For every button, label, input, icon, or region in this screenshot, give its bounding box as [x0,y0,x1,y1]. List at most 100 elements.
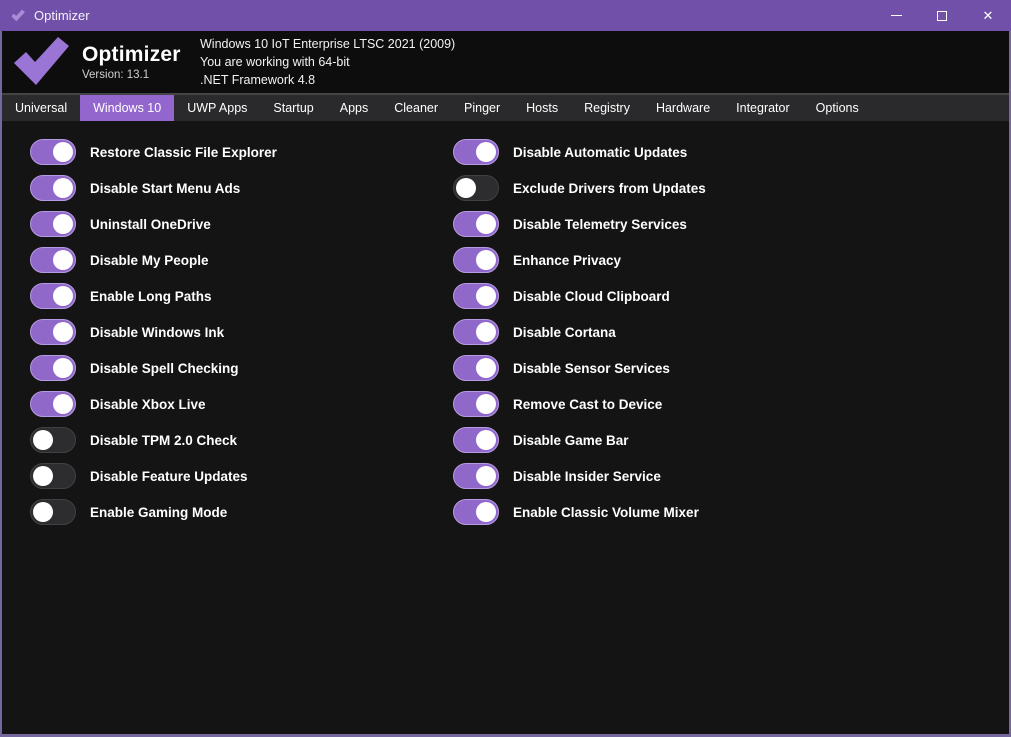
toggle-label: Disable Windows Ink [90,325,224,340]
toggle-exclude-drivers-from-updates[interactable] [453,175,499,201]
tab-uwp-apps[interactable]: UWP Apps [174,95,260,121]
tab-pinger[interactable]: Pinger [451,95,513,121]
toggle-column-right: Disable Automatic Updates Exclude Driver… [453,139,1009,734]
toggle-knob [476,430,496,450]
tab-hosts[interactable]: Hosts [513,95,571,121]
tab-windows-10[interactable]: Windows 10 [80,95,174,121]
close-button[interactable]: ✕ [965,0,1011,31]
toggle-enable-long-paths[interactable] [30,283,76,309]
toggle-knob [53,322,73,342]
toggle-disable-tpm-2-0-check[interactable] [30,427,76,453]
toggle-disable-feature-updates[interactable] [30,463,76,489]
toggle-label: Uninstall OneDrive [90,217,211,232]
toggle-label: Exclude Drivers from Updates [513,181,706,196]
toggle-disable-cloud-clipboard[interactable] [453,283,499,309]
os-info-line: Windows 10 IoT Enterprise LTSC 2021 (200… [200,35,455,53]
tab-apps[interactable]: Apps [327,95,382,121]
toggle-row: Disable Start Menu Ads [30,175,453,201]
toggle-knob [53,214,73,234]
tab-integrator[interactable]: Integrator [723,95,803,121]
toggle-knob [456,178,476,198]
window-title: Optimizer [34,8,90,23]
toggle-knob [53,286,73,306]
toggle-row: Remove Cast to Device [453,391,1009,417]
toggle-disable-windows-ink[interactable] [30,319,76,345]
toggle-label: Disable Sensor Services [513,361,670,376]
toggle-label: Disable Cortana [513,325,616,340]
toggle-row: Restore Classic File Explorer [30,139,453,165]
toggle-row: Disable Sensor Services [453,355,1009,381]
toggle-enable-classic-volume-mixer[interactable] [453,499,499,525]
arch-info-line: You are working with 64-bit [200,53,455,71]
toggle-knob [33,466,53,486]
toggle-knob [476,466,496,486]
tab-label: Startup [273,101,313,115]
system-info: Windows 10 IoT Enterprise LTSC 2021 (200… [200,35,455,89]
toggle-row: Disable Cortana [453,319,1009,345]
tab-options[interactable]: Options [803,95,872,121]
content-area: Restore Classic File Explorer Disable St… [2,121,1009,734]
toggle-label: Restore Classic File Explorer [90,145,277,160]
toggle-label: Disable Start Menu Ads [90,181,240,196]
toggle-label: Disable My People [90,253,209,268]
toggle-label: Enable Gaming Mode [90,505,227,520]
app-name: Optimizer [82,43,190,67]
tab-label: Integrator [736,101,790,115]
toggle-label: Disable Cloud Clipboard [513,289,670,304]
toggle-disable-telemetry-services[interactable] [453,211,499,237]
toggle-disable-insider-service[interactable] [453,463,499,489]
toggle-row: Enable Gaming Mode [30,499,453,525]
toggle-enable-gaming-mode[interactable] [30,499,76,525]
toggle-row: Disable Insider Service [453,463,1009,489]
tab-registry[interactable]: Registry [571,95,643,121]
toggle-disable-my-people[interactable] [30,247,76,273]
minimize-icon [891,15,902,16]
toggle-uninstall-onedrive[interactable] [30,211,76,237]
tab-label: Universal [15,101,67,115]
toggle-knob [476,286,496,306]
maximize-icon [937,11,947,21]
toggle-disable-start-menu-ads[interactable] [30,175,76,201]
dotnet-info-line: .NET Framework 4.8 [200,71,455,89]
app-header: Optimizer Version: 13.1 Windows 10 IoT E… [2,31,1009,95]
toggle-column-left: Restore Classic File Explorer Disable St… [30,139,453,734]
tab-hardware[interactable]: Hardware [643,95,723,121]
toggle-knob [53,142,73,162]
toggle-disable-automatic-updates[interactable] [453,139,499,165]
toggle-restore-classic-file-explorer[interactable] [30,139,76,165]
toggle-label: Enable Classic Volume Mixer [513,505,699,520]
toggle-row: Exclude Drivers from Updates [453,175,1009,201]
toggle-label: Enhance Privacy [513,253,621,268]
titlebar: Optimizer ✕ [0,0,1011,31]
toggle-knob [476,214,496,234]
toggle-label: Enable Long Paths [90,289,212,304]
tab-label: Options [816,101,859,115]
toggle-disable-cortana[interactable] [453,319,499,345]
minimize-button[interactable] [873,0,919,31]
tab-startup[interactable]: Startup [260,95,326,121]
toggle-disable-xbox-live[interactable] [30,391,76,417]
toggle-label: Remove Cast to Device [513,397,662,412]
toggle-label: Disable Spell Checking [90,361,239,376]
tab-label: Cleaner [394,101,438,115]
tab-universal[interactable]: Universal [2,95,80,121]
tab-label: Pinger [464,101,500,115]
tab-label: Hardware [656,101,710,115]
toggle-row: Enable Classic Volume Mixer [453,499,1009,525]
tab-label: Hosts [526,101,558,115]
toggle-disable-game-bar[interactable] [453,427,499,453]
toggle-row: Disable Automatic Updates [453,139,1009,165]
toggle-knob [53,178,73,198]
maximize-button[interactable] [919,0,965,31]
toggle-row: Disable Xbox Live [30,391,453,417]
toggle-remove-cast-to-device[interactable] [453,391,499,417]
toggle-row: Enhance Privacy [453,247,1009,273]
toggle-knob [476,358,496,378]
optimizer-window: Optimizer ✕ Optimizer Version: 13.1 Wind… [0,0,1011,737]
toggle-disable-spell-checking[interactable] [30,355,76,381]
toggle-disable-sensor-services[interactable] [453,355,499,381]
toggle-row: Enable Long Paths [30,283,453,309]
tab-cleaner[interactable]: Cleaner [381,95,451,121]
toggle-enhance-privacy[interactable] [453,247,499,273]
toggle-row: Disable Telemetry Services [453,211,1009,237]
